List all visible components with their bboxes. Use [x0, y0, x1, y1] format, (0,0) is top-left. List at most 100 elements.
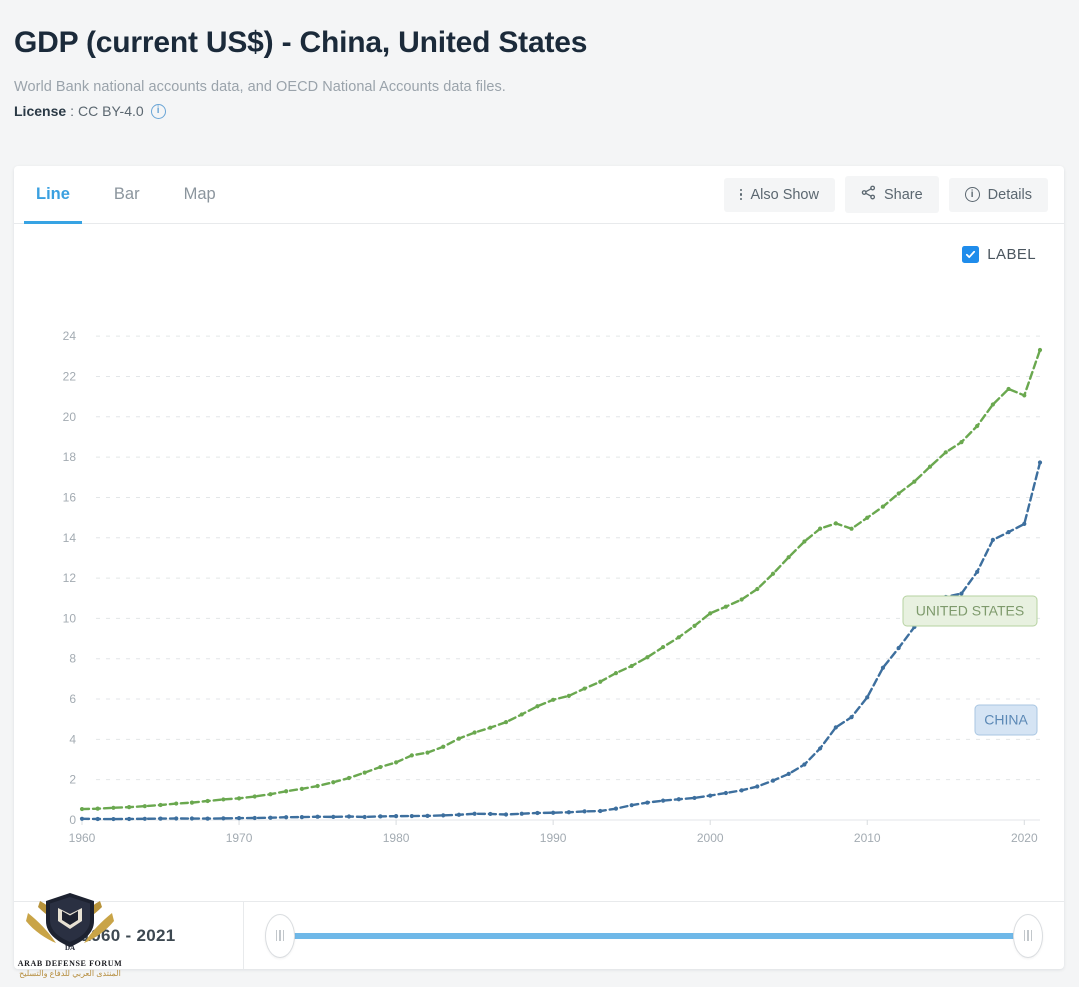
data-point[interactable]	[111, 816, 116, 822]
series-label-united-states[interactable]: UNITED STATES	[902, 595, 1038, 627]
data-point[interactable]	[142, 804, 147, 809]
data-point[interactable]	[284, 815, 289, 820]
data-point[interactable]	[362, 770, 367, 775]
data-point[interactable]	[708, 793, 713, 798]
data-point[interactable]	[268, 792, 273, 797]
data-point[interactable]	[645, 655, 650, 660]
data-point[interactable]	[598, 808, 603, 814]
year-range-slider[interactable]	[244, 902, 1064, 969]
license-value[interactable]: CC BY-4.0	[78, 103, 144, 119]
data-point[interactable]	[1006, 386, 1011, 392]
data-point[interactable]	[865, 695, 870, 700]
data-point[interactable]	[127, 805, 132, 810]
info-circle-icon[interactable]: i	[150, 103, 166, 119]
data-point[interactable]	[394, 760, 399, 765]
data-point[interactable]	[315, 783, 320, 789]
data-point[interactable]	[236, 816, 242, 821]
data-point[interactable]	[943, 450, 948, 455]
data-point[interactable]	[394, 814, 399, 819]
data-point[interactable]	[189, 800, 195, 805]
data-point[interactable]	[346, 775, 352, 781]
data-point[interactable]	[378, 814, 383, 819]
data-point[interactable]	[488, 811, 493, 817]
data-point[interactable]	[739, 788, 744, 793]
data-point[interactable]	[551, 810, 556, 815]
data-point[interactable]	[111, 805, 116, 810]
data-point[interactable]	[158, 802, 163, 808]
data-point[interactable]	[519, 811, 524, 816]
data-point[interactable]	[284, 789, 289, 794]
line-chart[interactable]: 0246810121416182022241960 1970 1980 1990 200…	[14, 268, 1064, 908]
data-point[interactable]	[912, 479, 917, 484]
series-line[interactable]	[80, 348, 1042, 811]
data-point[interactable]	[802, 762, 807, 767]
data-point[interactable]	[818, 526, 823, 531]
data-point[interactable]	[174, 816, 179, 821]
data-point[interactable]	[613, 806, 619, 811]
slider-handle-left[interactable]	[265, 913, 295, 958]
data-point[interactable]	[880, 665, 886, 670]
share-button[interactable]: Share	[844, 176, 939, 213]
data-point[interactable]	[786, 555, 791, 560]
data-point[interactable]	[896, 491, 901, 496]
series-line[interactable]	[80, 461, 1042, 821]
data-point[interactable]	[990, 402, 995, 407]
slider-handle-right[interactable]	[1013, 913, 1043, 958]
data-point[interactable]	[1022, 521, 1027, 526]
data-point[interactable]	[456, 812, 462, 817]
data-point[interactable]	[896, 645, 901, 651]
data-point[interactable]	[221, 816, 226, 821]
data-point[interactable]	[975, 423, 980, 429]
data-point[interactable]	[770, 571, 776, 576]
data-point[interactable]	[1006, 530, 1011, 535]
data-point[interactable]	[739, 597, 744, 602]
data-point[interactable]	[409, 753, 414, 758]
data-point[interactable]	[566, 810, 571, 815]
data-point[interactable]	[708, 611, 713, 616]
data-point[interactable]	[629, 803, 634, 808]
data-point[interactable]	[519, 712, 524, 717]
data-point[interactable]	[488, 725, 493, 730]
data-point[interactable]	[252, 794, 257, 799]
data-point[interactable]	[629, 663, 634, 669]
data-point[interactable]	[1037, 347, 1043, 353]
data-point[interactable]	[236, 796, 242, 801]
tab-map[interactable]: Map	[162, 166, 238, 223]
data-point[interactable]	[158, 816, 163, 821]
data-point[interactable]	[755, 784, 760, 789]
data-point[interactable]	[865, 515, 870, 520]
data-point[interactable]	[189, 816, 195, 821]
data-point[interactable]	[818, 746, 823, 751]
data-point[interactable]	[613, 670, 619, 676]
data-point[interactable]	[660, 798, 666, 803]
data-point[interactable]	[927, 464, 933, 469]
data-point[interactable]	[503, 720, 509, 725]
data-point[interactable]	[472, 811, 477, 816]
data-point[interactable]	[755, 586, 760, 592]
data-point[interactable]	[331, 780, 336, 785]
data-point[interactable]	[79, 806, 85, 812]
data-point[interactable]	[880, 504, 886, 509]
data-point[interactable]	[582, 809, 587, 814]
data-point[interactable]	[802, 539, 807, 544]
tab-bar[interactable]: Bar	[92, 166, 162, 223]
data-point[interactable]	[786, 771, 791, 777]
slider-track[interactable]	[265, 913, 1043, 958]
data-point[interactable]	[676, 797, 681, 802]
data-point[interactable]	[362, 814, 367, 820]
data-point[interactable]	[535, 704, 540, 709]
data-point[interactable]	[331, 814, 336, 820]
data-point[interactable]	[425, 813, 430, 818]
data-point[interactable]	[975, 569, 980, 574]
data-point[interactable]	[566, 693, 571, 698]
details-button[interactable]: i Details	[948, 177, 1048, 212]
data-point[interactable]	[441, 813, 446, 818]
data-point[interactable]	[221, 797, 226, 802]
data-point[interactable]	[425, 750, 430, 755]
data-point[interactable]	[990, 537, 995, 542]
data-point[interactable]	[456, 736, 462, 741]
data-point[interactable]	[299, 815, 304, 820]
data-point[interactable]	[142, 816, 147, 821]
data-point[interactable]	[95, 806, 100, 811]
data-point[interactable]	[959, 440, 964, 445]
